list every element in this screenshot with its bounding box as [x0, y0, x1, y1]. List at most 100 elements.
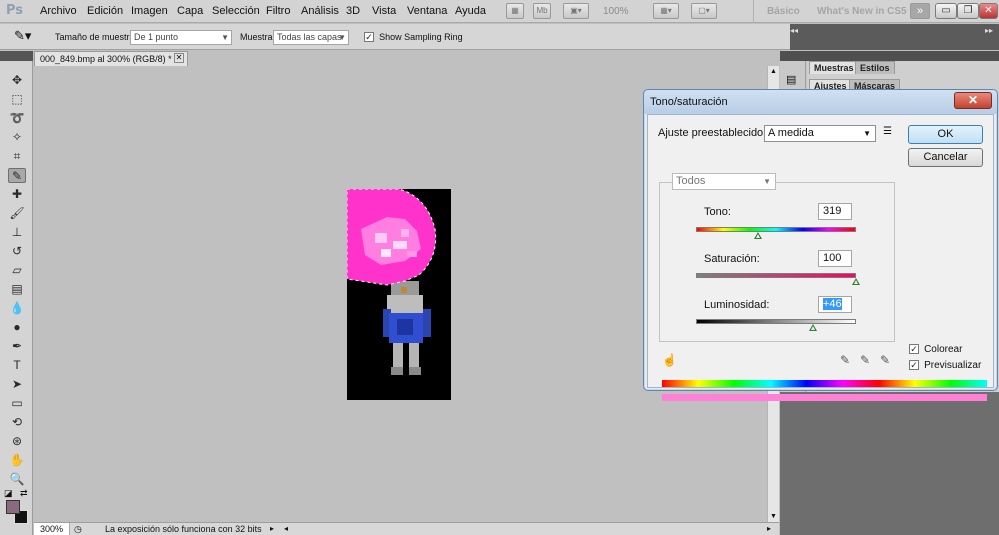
- mini-bridge-icon[interactable]: Mb: [533, 3, 551, 19]
- menu-analisis[interactable]: Análisis: [301, 5, 339, 17]
- preset-options-icon[interactable]: ☰: [883, 126, 892, 137]
- options-bar: ✎▾ Tamaño de muestra: De 1 punto ▼ Muest…: [0, 24, 999, 50]
- 3d-rotate-tool-icon[interactable]: ⟲: [8, 415, 26, 430]
- foreground-color-swatch[interactable]: [6, 500, 20, 514]
- menu-filtro[interactable]: Filtro: [266, 5, 290, 17]
- menu-vista[interactable]: Vista: [372, 5, 396, 17]
- document-image[interactable]: [346, 188, 451, 400]
- 3d-orbit-tool-icon[interactable]: ⊛: [8, 434, 26, 449]
- hand-tool-icon[interactable]: ✋: [8, 453, 26, 468]
- colorize-checkbox[interactable]: ✓: [909, 344, 919, 354]
- preview-checkbox[interactable]: ✓: [909, 360, 919, 370]
- view-extras-icon[interactable]: ▣▾: [563, 3, 589, 19]
- lasso-tool-icon[interactable]: ➰: [8, 111, 26, 126]
- zoom-field[interactable]: 300%: [34, 523, 70, 535]
- sample-label: Muestra:: [240, 32, 276, 42]
- zoom-tool-icon[interactable]: 🔍: [8, 472, 26, 487]
- menu-3d[interactable]: 3D: [346, 5, 360, 17]
- tab-estilos[interactable]: Estilos: [855, 61, 895, 74]
- lightness-slider[interactable]: [696, 319, 856, 324]
- menu-ventana[interactable]: Ventana: [407, 5, 447, 17]
- scroll-up-icon[interactable]: ▲: [770, 68, 777, 75]
- shape-tool-icon[interactable]: ▭: [8, 396, 26, 411]
- eyedropper-tool-preset-icon[interactable]: ✎▾: [14, 28, 31, 44]
- panel-header-strip: [790, 24, 999, 50]
- dodge-tool-icon[interactable]: ●: [8, 320, 26, 335]
- eyedropper-plus-icon[interactable]: ✎: [860, 353, 870, 367]
- workspace-whats-new[interactable]: What's New in CS5: [817, 0, 907, 23]
- menu-seleccion[interactable]: Selección: [212, 5, 260, 17]
- hue-input[interactable]: 319: [818, 203, 852, 220]
- sample-size-select[interactable]: De 1 punto ▼: [130, 30, 232, 45]
- tab-muestras[interactable]: Muestras: [809, 61, 859, 74]
- minimize-icon[interactable]: ▭: [935, 3, 957, 19]
- ok-button[interactable]: OK: [908, 125, 983, 144]
- pen-tool-icon[interactable]: ✒: [8, 339, 26, 354]
- dialog-close-button[interactable]: ✕: [954, 92, 992, 109]
- close-document-icon[interactable]: ✕: [174, 53, 184, 63]
- screen-mode-icon[interactable]: ▢▾: [691, 3, 717, 19]
- saturation-input[interactable]: 100: [818, 250, 852, 267]
- menu-archivo[interactable]: Archivo: [40, 5, 77, 17]
- saturation-slider-thumb[interactable]: [852, 278, 860, 285]
- colorize-option[interactable]: ✓ Colorear: [909, 343, 962, 355]
- close-window-icon[interactable]: ✕: [979, 3, 998, 19]
- restore-icon[interactable]: ❐: [957, 3, 979, 19]
- zoom-level-display[interactable]: 100%: [603, 6, 629, 17]
- quick-selection-tool-icon[interactable]: ✧: [8, 130, 26, 145]
- dialog-title: Tono/saturación: [650, 96, 728, 108]
- crop-tool-icon[interactable]: ⌗: [8, 149, 26, 164]
- eraser-tool-icon[interactable]: ▱: [8, 263, 26, 278]
- dialog-title-bar[interactable]: Tono/saturación ✕: [644, 90, 997, 114]
- cancel-button[interactable]: Cancelar: [908, 148, 983, 167]
- lightness-input[interactable]: +46: [818, 296, 852, 313]
- swap-colors-icon[interactable]: ⇄: [20, 488, 28, 499]
- scroll-right-icon[interactable]: ▸: [767, 523, 771, 535]
- move-tool-icon[interactable]: ✥: [8, 73, 26, 88]
- status-info-icon[interactable]: ◷: [74, 523, 82, 535]
- default-colors-icon[interactable]: ◪: [4, 488, 13, 499]
- eyedropper-minus-icon[interactable]: ✎: [880, 353, 890, 367]
- history-brush-tool-icon[interactable]: ↺: [8, 244, 26, 259]
- eyedropper-icon[interactable]: ✎: [840, 353, 850, 367]
- scroll-left-icon[interactable]: ◂: [284, 523, 288, 535]
- workspace-basico[interactable]: Básico: [767, 0, 800, 23]
- healing-brush-tool-icon[interactable]: ✚: [8, 187, 26, 202]
- sampling-ring-checkbox[interactable]: ✓: [364, 32, 374, 42]
- sampling-ring-option[interactable]: ✓ Show Sampling Ring: [364, 31, 463, 43]
- sample-size-value: De 1 punto: [134, 32, 179, 42]
- more-workspaces-icon[interactable]: »: [910, 3, 930, 19]
- scroll-down-icon[interactable]: ▼: [770, 513, 777, 520]
- gradient-tool-icon[interactable]: ▤: [8, 282, 26, 297]
- targeted-adjustment-icon[interactable]: ☝: [662, 353, 677, 367]
- bridge-icon[interactable]: ▦: [506, 3, 524, 19]
- preview-option[interactable]: ✓ Previsualizar: [909, 359, 981, 371]
- marquee-tool-icon[interactable]: ⬚: [8, 92, 26, 107]
- clone-stamp-tool-icon[interactable]: ⊥: [8, 225, 26, 240]
- preset-select[interactable]: A medida ▼: [764, 125, 876, 142]
- hue-slider[interactable]: [696, 227, 856, 232]
- collapse-arrows-icon[interactable]: ◂◂: [790, 26, 798, 35]
- panel-icon[interactable]: ▤: [786, 73, 796, 86]
- menu-ayuda[interactable]: Ayuda: [455, 5, 486, 17]
- document-tab[interactable]: 000_849.bmp al 300% (RGB/8) * ✕: [34, 51, 188, 66]
- channel-value: Todos: [676, 175, 706, 187]
- sample-select[interactable]: Todas las capas ▼: [273, 30, 349, 45]
- eyedropper-tool-icon[interactable]: ✎: [8, 168, 26, 183]
- lightness-slider-thumb[interactable]: [808, 324, 817, 331]
- blur-tool-icon[interactable]: 💧: [8, 301, 26, 316]
- expand-arrows-icon[interactable]: ▸▸: [985, 26, 993, 35]
- arrange-documents-icon[interactable]: ▦▾: [653, 3, 679, 19]
- menu-edicion[interactable]: Edición: [87, 5, 123, 17]
- menu-imagen[interactable]: Imagen: [131, 5, 168, 17]
- channel-select[interactable]: Todos ▼: [672, 173, 776, 190]
- path-selection-tool-icon[interactable]: ➤: [8, 377, 26, 392]
- status-menu-arrow-icon[interactable]: ▸: [270, 523, 274, 535]
- brush-tool-icon[interactable]: 🖌: [8, 206, 26, 221]
- menu-capa[interactable]: Capa: [177, 5, 203, 17]
- hue-slider-thumb[interactable]: [753, 232, 762, 239]
- colorize-label: Colorear: [924, 344, 963, 355]
- saturation-slider[interactable]: [696, 273, 856, 278]
- type-tool-icon[interactable]: T: [8, 358, 26, 373]
- menu-bar: Ps Archivo Edición Imagen Capa Selección…: [0, 0, 999, 23]
